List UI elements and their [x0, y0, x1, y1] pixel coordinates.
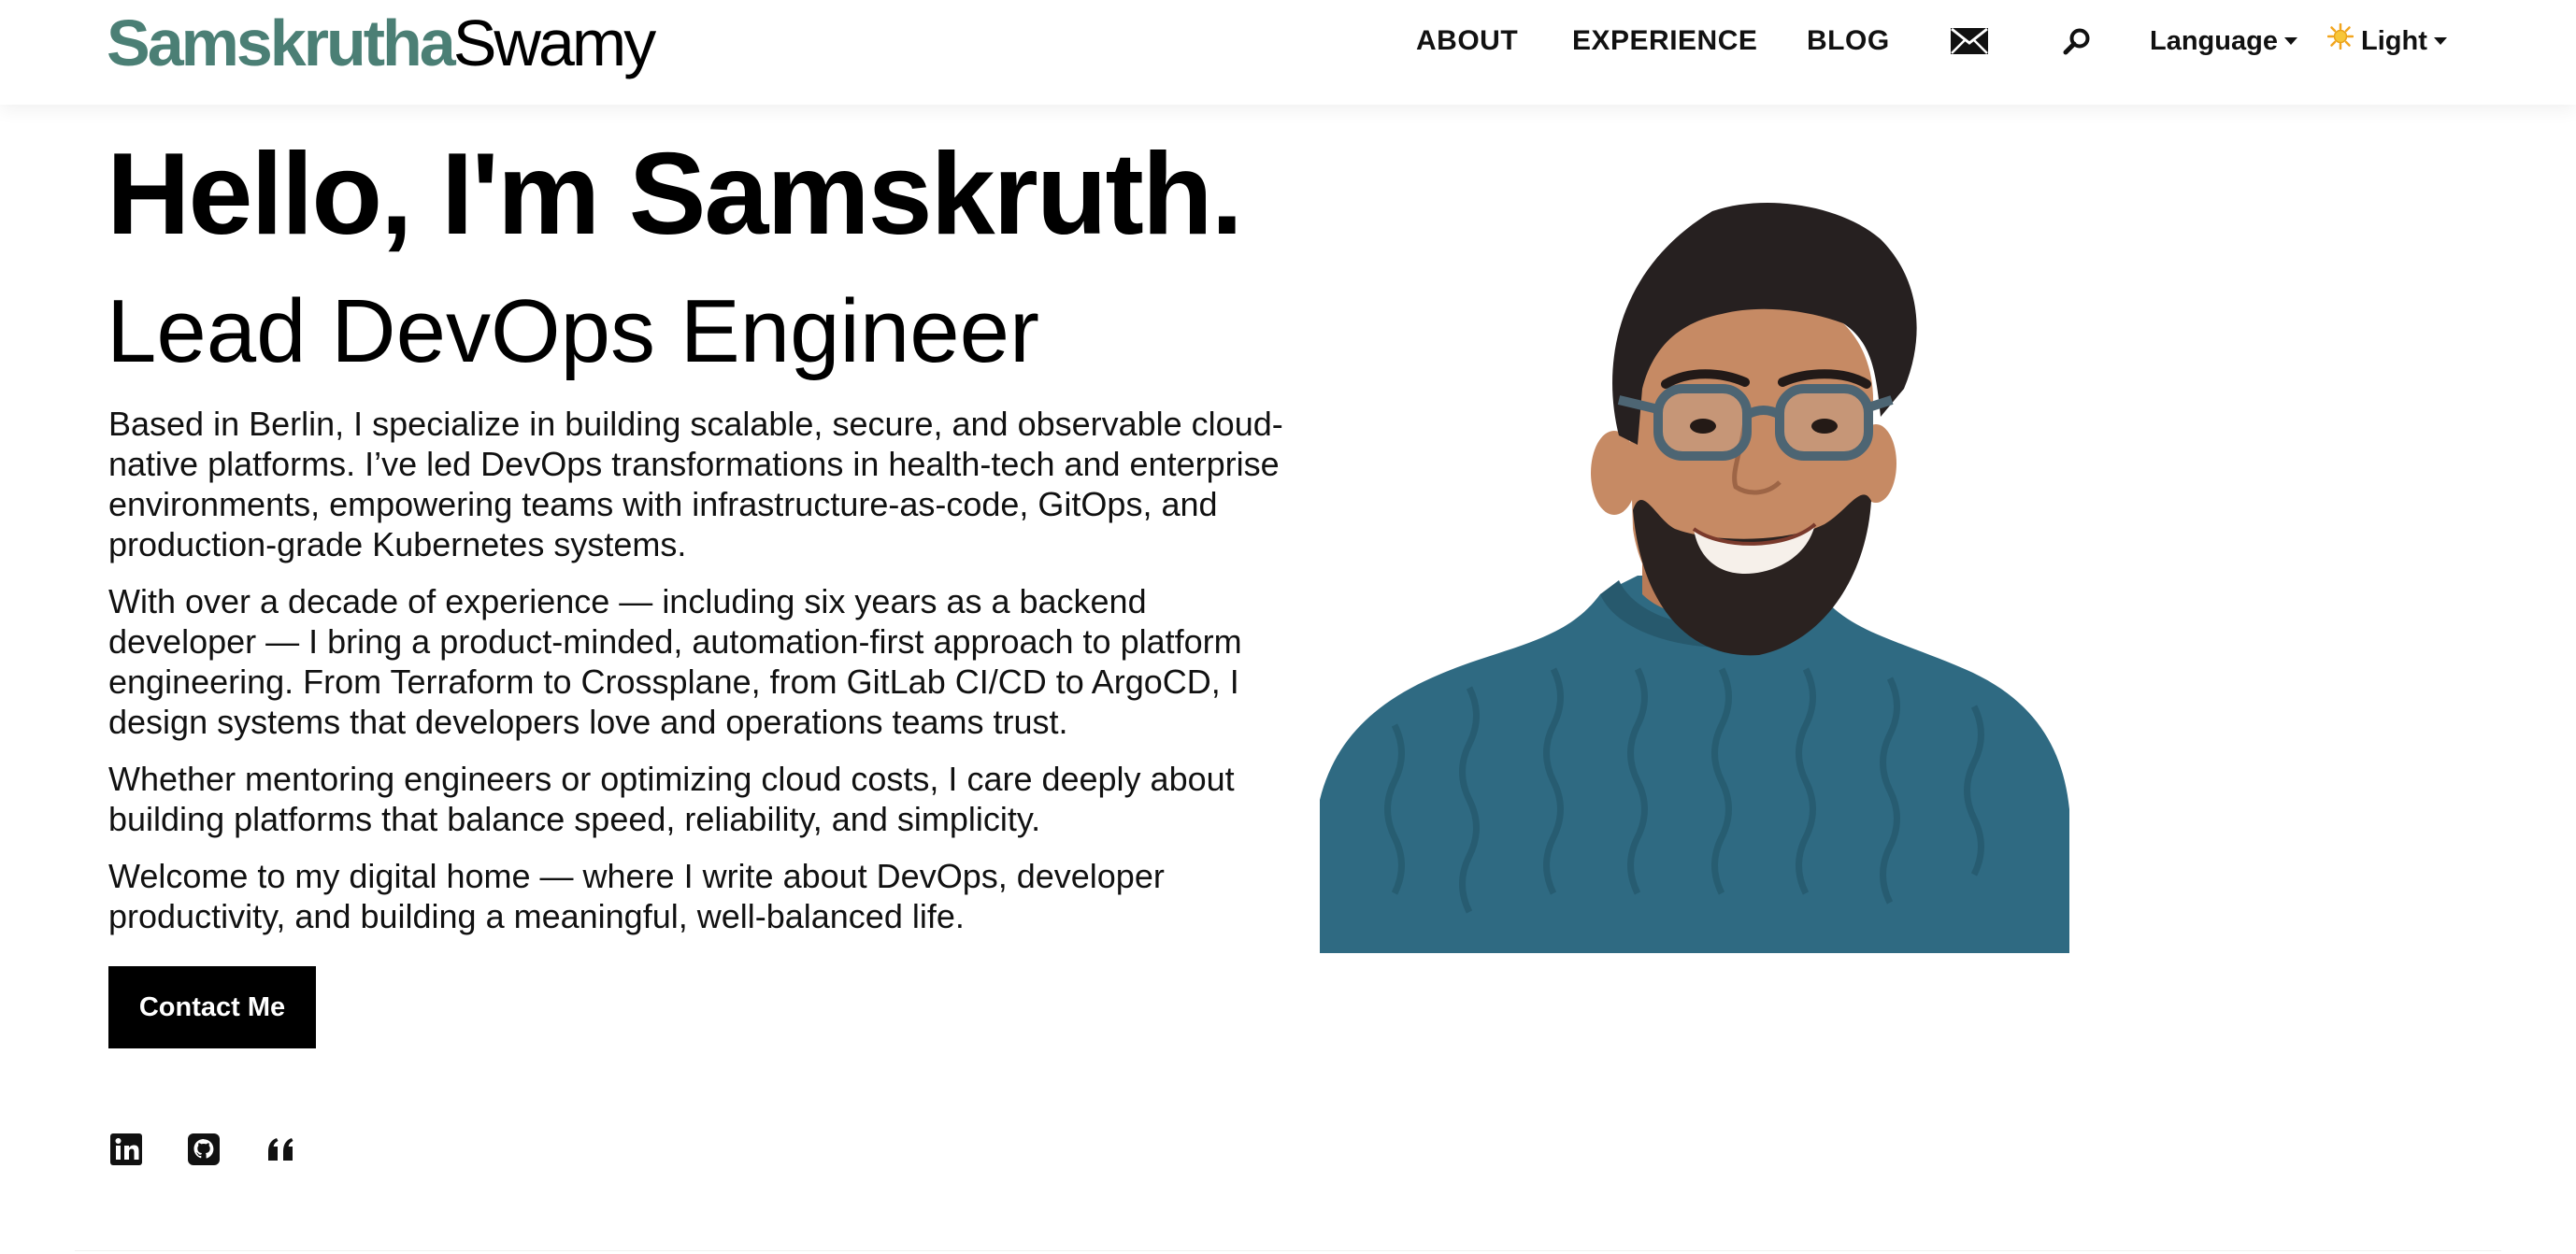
contact-me-button[interactable]: Contact Me [108, 966, 316, 1048]
chevron-down-icon [2433, 37, 2447, 45]
brand-last: Swamy [452, 7, 656, 79]
theme-dropdown[interactable]: Light [2326, 22, 2447, 60]
mentoring-paragraph: Whether mentoring engineers or optimizin… [108, 760, 1235, 838]
nav-blog[interactable]: BLOG [1807, 22, 1890, 60]
language-dropdown[interactable]: Language [2150, 22, 2297, 60]
sun-icon [2326, 22, 2354, 60]
hero-subtitle: Lead DevOps Engineer [107, 281, 1039, 381]
nav-experience[interactable]: EXPERIENCE [1572, 22, 1757, 60]
nav-about[interactable]: ABOUT [1416, 22, 1518, 60]
brand-first: Samskrutha [107, 7, 456, 79]
linkedin-icon[interactable] [107, 1131, 145, 1168]
search-icon[interactable] [2056, 22, 2097, 60]
profile-photo [1320, 203, 2069, 953]
site-header: SamskruthaSwamy ABOUT EXPERIENCE BLOG La… [0, 0, 2576, 105]
chevron-down-icon [2283, 37, 2297, 45]
theme-label: Light [2361, 26, 2427, 56]
site-logo[interactable]: SamskruthaSwamy [107, 7, 656, 79]
hero-title: Hello, I'm Samskruth. [107, 130, 1243, 259]
intro-paragraph: Based in Berlin, I specialize in buildin… [108, 405, 1283, 563]
mail-icon[interactable] [1949, 22, 1990, 60]
welcome-paragraph: Welcome to my digital home — where I wri… [108, 857, 1165, 935]
quote-icon[interactable] [263, 1131, 300, 1168]
experience-paragraph: With over a decade of experience — inclu… [108, 582, 1242, 741]
github-icon[interactable] [185, 1131, 222, 1168]
language-label: Language [2150, 26, 2278, 56]
divider [75, 1250, 2501, 1251]
